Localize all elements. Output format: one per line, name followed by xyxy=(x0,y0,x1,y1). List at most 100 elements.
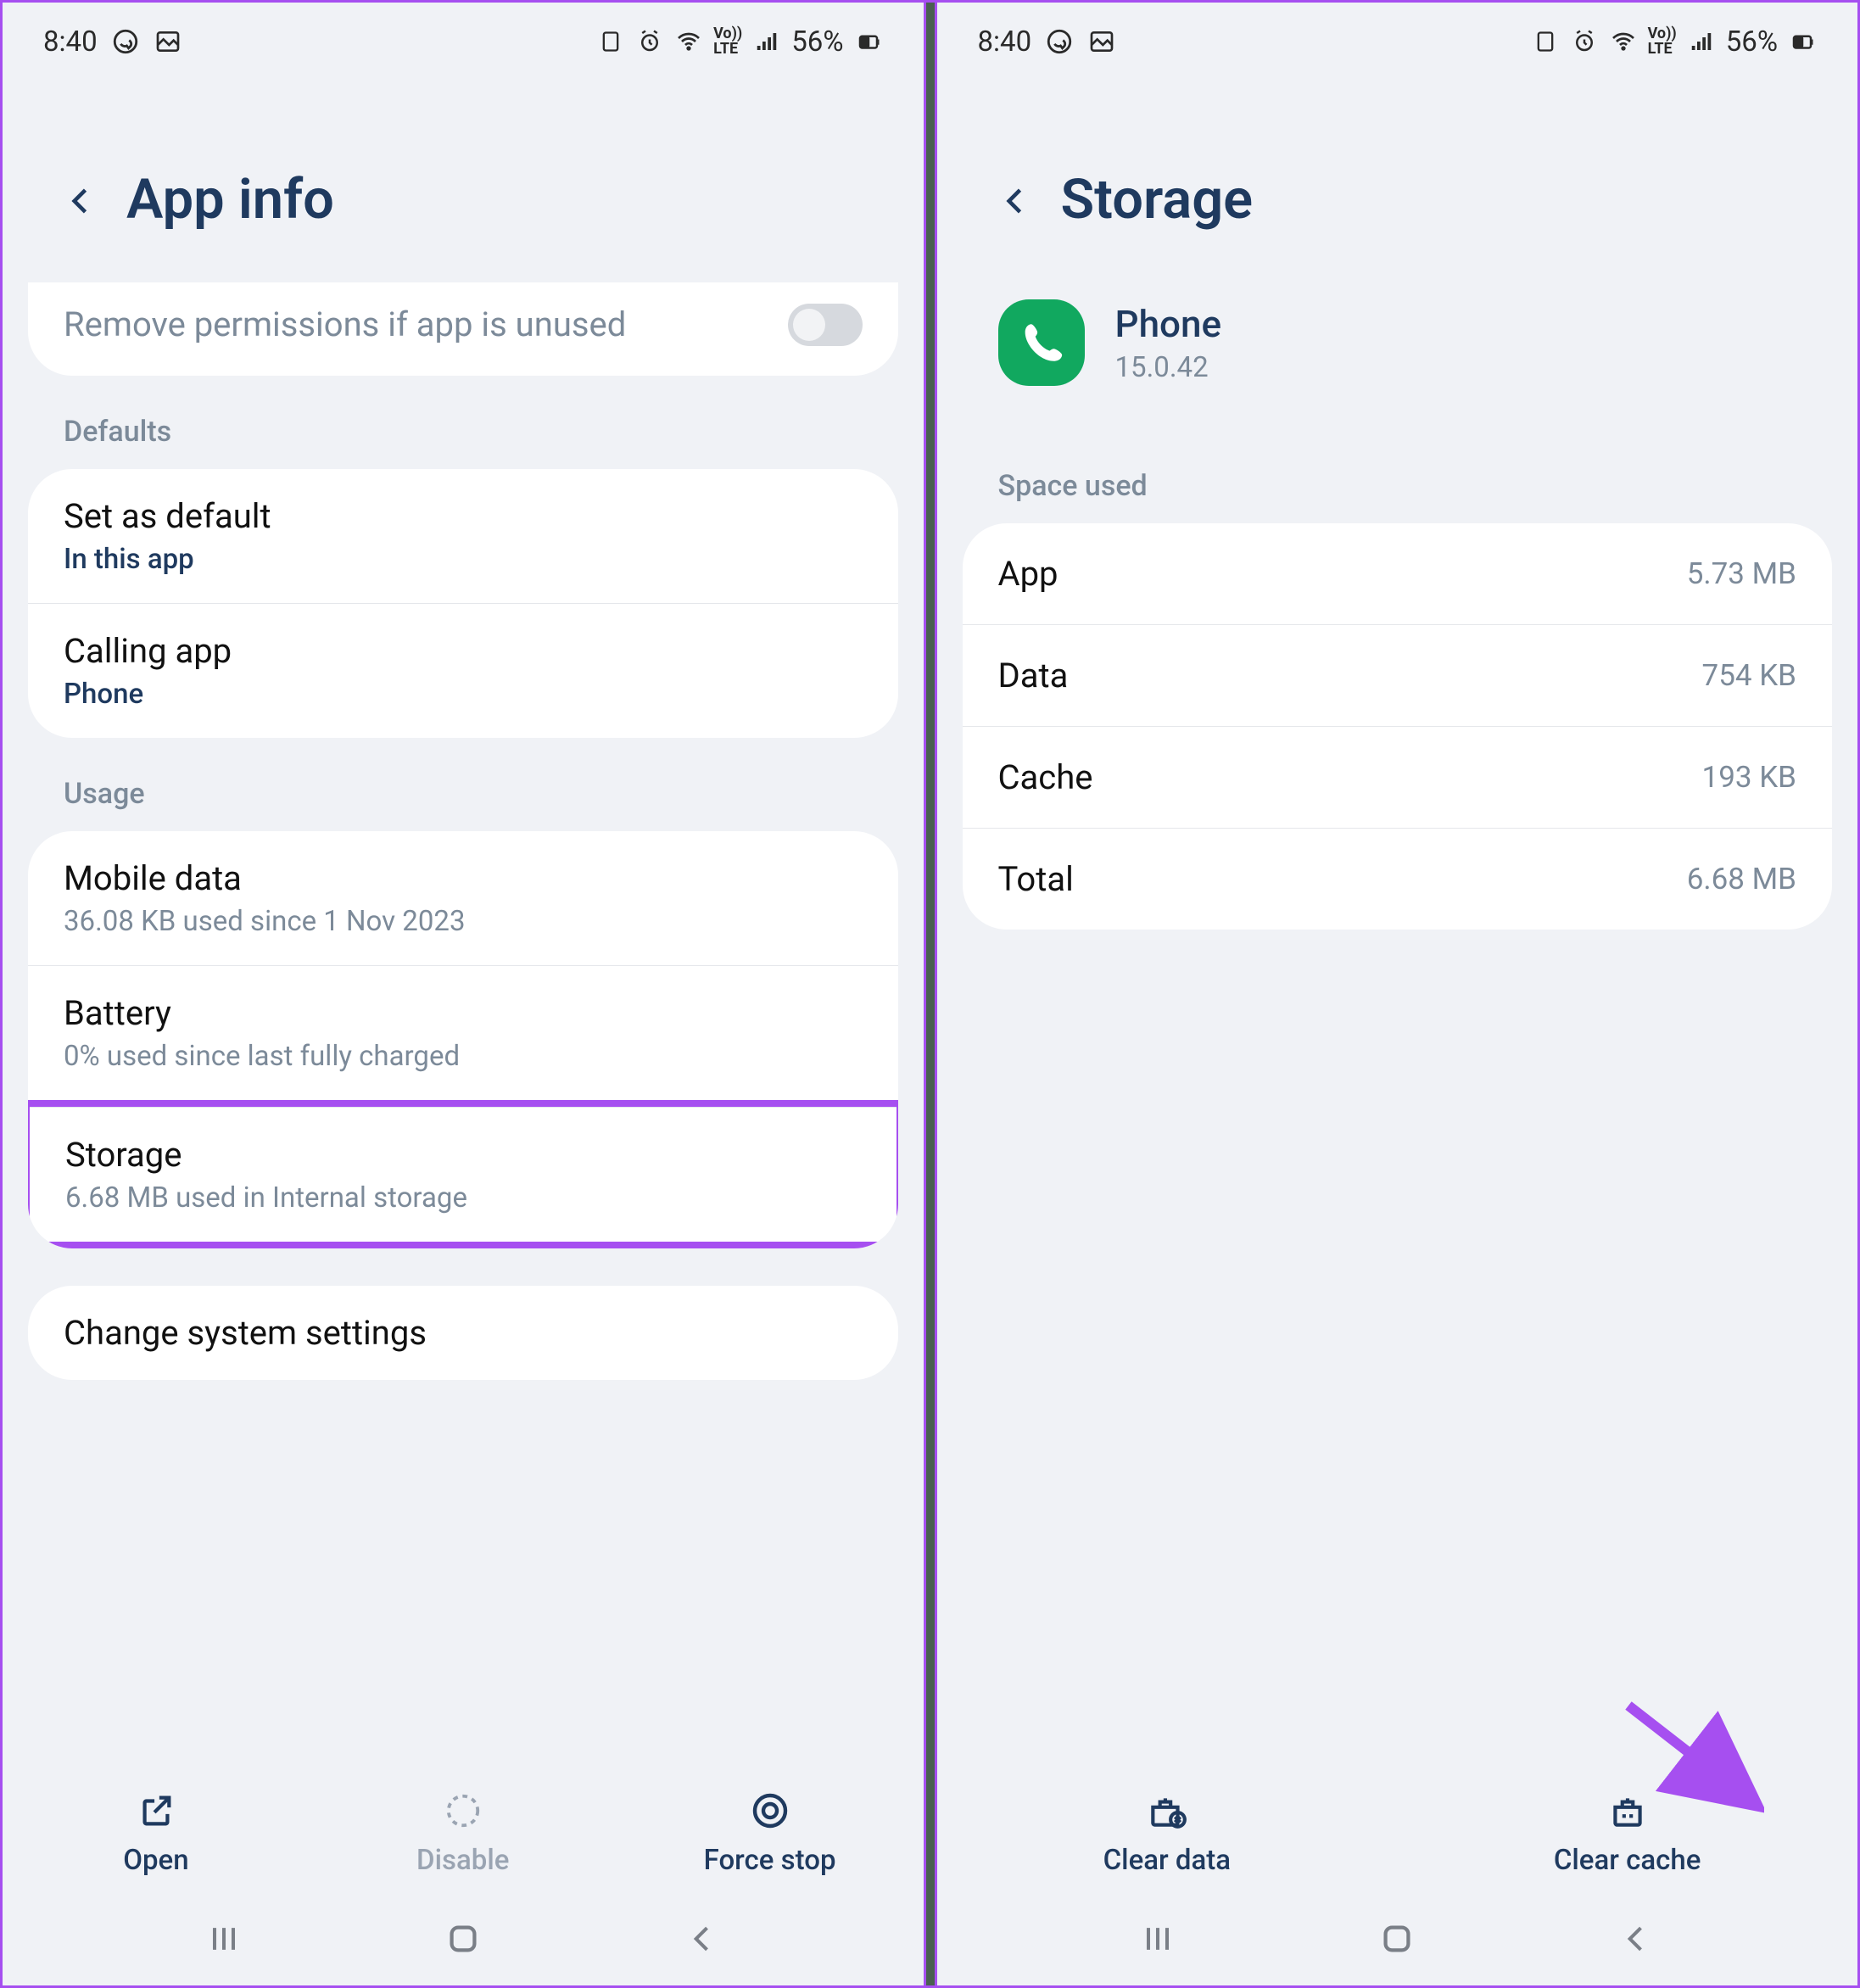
gallery-icon xyxy=(154,27,182,56)
data-size-label: Data xyxy=(998,656,1069,695)
force-stop-button[interactable]: Force stop xyxy=(685,1788,855,1877)
open-icon xyxy=(133,1788,179,1834)
open-button[interactable]: Open xyxy=(71,1788,241,1877)
set-default-sub: In this app xyxy=(64,543,863,576)
clear-data-icon xyxy=(1144,1788,1190,1834)
battery-title: Battery xyxy=(64,993,863,1033)
battery-icon xyxy=(854,27,883,56)
signal-icon xyxy=(1687,27,1716,56)
permission-toggle[interactable] xyxy=(788,304,863,346)
force-stop-label: Force stop xyxy=(704,1844,836,1877)
page-header: App info xyxy=(3,74,924,282)
status-bar: 8:40 Vo))LTE 56% xyxy=(3,3,924,74)
row-mobile-data[interactable]: Mobile data 36.08 KB used since 1 Nov 20… xyxy=(28,831,898,965)
signal-icon xyxy=(752,27,781,56)
row-total-size: Total 6.68 MB xyxy=(963,828,1833,930)
wifi-icon xyxy=(1609,27,1638,56)
row-set-default[interactable]: Set as default In this app xyxy=(28,469,898,603)
page-title: Storage xyxy=(1061,167,1254,232)
status-time: 8:40 xyxy=(43,25,98,59)
app-size-value: 5.73 MB xyxy=(1687,556,1796,591)
space-used-label: Space used xyxy=(963,437,1833,523)
disable-label: Disable xyxy=(416,1844,509,1877)
app-identity: Phone 15.0.42 xyxy=(963,282,1833,437)
force-stop-icon xyxy=(747,1788,793,1834)
screen-app-info: 8:40 Vo))LTE 56% App info Rem xyxy=(3,3,924,1985)
mobile-data-title: Mobile data xyxy=(64,858,863,898)
wifi-icon xyxy=(674,27,703,56)
card-icon xyxy=(1531,27,1560,56)
page-header: Storage xyxy=(937,74,1858,282)
nav-home-icon[interactable] xyxy=(1371,1913,1422,1964)
change-settings-card[interactable]: Change system settings xyxy=(28,1286,898,1380)
storage-highlight: Storage 6.68 MB used in Internal storage xyxy=(28,1100,898,1248)
status-bar: 8:40 Vo))LTE 56% xyxy=(937,3,1858,74)
row-battery[interactable]: Battery 0% used since last fully charged xyxy=(28,965,898,1100)
storage-sub: 6.68 MB used in Internal storage xyxy=(65,1181,861,1215)
defaults-card: Set as default In this app Calling app P… xyxy=(28,469,898,738)
battery-icon xyxy=(1788,27,1817,56)
nav-bar xyxy=(937,1892,1858,1985)
phone-app-icon xyxy=(998,299,1085,386)
total-size-label: Total xyxy=(998,859,1074,899)
action-bar: Clear data Clear cache xyxy=(937,1767,1858,1892)
cache-size-value: 193 KB xyxy=(1702,760,1796,795)
row-data-size: Data 754 KB xyxy=(963,624,1833,726)
clear-data-label: Clear data xyxy=(1103,1844,1231,1877)
app-size-label: App xyxy=(998,554,1058,594)
page-title: App info xyxy=(126,167,334,232)
whatsapp-icon xyxy=(111,27,140,56)
nav-home-icon[interactable] xyxy=(438,1913,489,1964)
nav-back-icon[interactable] xyxy=(1611,1913,1662,1964)
volte-icon: Vo))LTE xyxy=(1648,26,1677,57)
calling-app-sub: Phone xyxy=(64,678,863,711)
row-storage[interactable]: Storage 6.68 MB used in Internal storage xyxy=(30,1107,896,1242)
storage-title: Storage xyxy=(65,1135,861,1175)
row-change-settings: Change system settings xyxy=(28,1286,898,1380)
disable-icon xyxy=(440,1788,486,1834)
row-cache-size: Cache 193 KB xyxy=(963,726,1833,828)
back-icon[interactable] xyxy=(62,182,96,216)
change-settings-title: Change system settings xyxy=(64,1313,863,1353)
app-name: Phone xyxy=(1115,302,1222,346)
action-bar: Open Disable Force stop xyxy=(3,1767,924,1892)
set-default-title: Set as default xyxy=(64,496,863,536)
calling-app-title: Calling app xyxy=(64,631,863,671)
nav-recent-icon[interactable] xyxy=(1132,1913,1183,1964)
usage-card: Mobile data 36.08 KB used since 1 Nov 20… xyxy=(28,831,898,1248)
alarm-icon xyxy=(635,27,664,56)
back-icon[interactable] xyxy=(997,182,1031,216)
clear-cache-icon xyxy=(1605,1788,1651,1834)
cache-size-label: Cache xyxy=(998,757,1093,797)
alarm-icon xyxy=(1570,27,1599,56)
total-size-value: 6.68 MB xyxy=(1687,862,1796,896)
battery-percent: 56% xyxy=(791,25,843,59)
mobile-data-sub: 36.08 KB used since 1 Nov 2023 xyxy=(64,905,863,938)
status-time: 8:40 xyxy=(978,25,1032,59)
permission-card[interactable]: Remove permissions if app is unused xyxy=(28,282,898,376)
screen-divider xyxy=(924,3,937,1985)
space-used-card: App 5.73 MB Data 754 KB Cache 193 KB Tot… xyxy=(963,523,1833,930)
app-version: 15.0.42 xyxy=(1115,351,1222,384)
volte-icon: Vo))LTE xyxy=(713,26,742,57)
disable-button[interactable]: Disable xyxy=(378,1788,548,1877)
section-usage-label: Usage xyxy=(28,745,898,831)
row-app-size: App 5.73 MB xyxy=(963,523,1833,624)
open-label: Open xyxy=(123,1844,188,1877)
whatsapp-icon xyxy=(1045,27,1074,56)
battery-percent: 56% xyxy=(1726,25,1778,59)
clear-cache-label: Clear cache xyxy=(1554,1844,1701,1877)
nav-bar xyxy=(3,1892,924,1985)
clear-cache-button[interactable]: Clear cache xyxy=(1543,1788,1712,1877)
battery-sub: 0% used since last fully charged xyxy=(64,1040,863,1073)
row-calling-app[interactable]: Calling app Phone xyxy=(28,603,898,738)
screen-storage: 8:40 Vo))LTE 56% Storage xyxy=(937,3,1858,1985)
card-icon xyxy=(596,27,625,56)
clear-data-button[interactable]: Clear data xyxy=(1082,1788,1252,1877)
nav-back-icon[interactable] xyxy=(677,1913,728,1964)
gallery-icon xyxy=(1087,27,1116,56)
permission-label: Remove permissions if app is unused xyxy=(64,303,626,347)
nav-recent-icon[interactable] xyxy=(198,1913,249,1964)
data-size-value: 754 KB xyxy=(1702,658,1796,693)
section-defaults-label: Defaults xyxy=(28,383,898,469)
